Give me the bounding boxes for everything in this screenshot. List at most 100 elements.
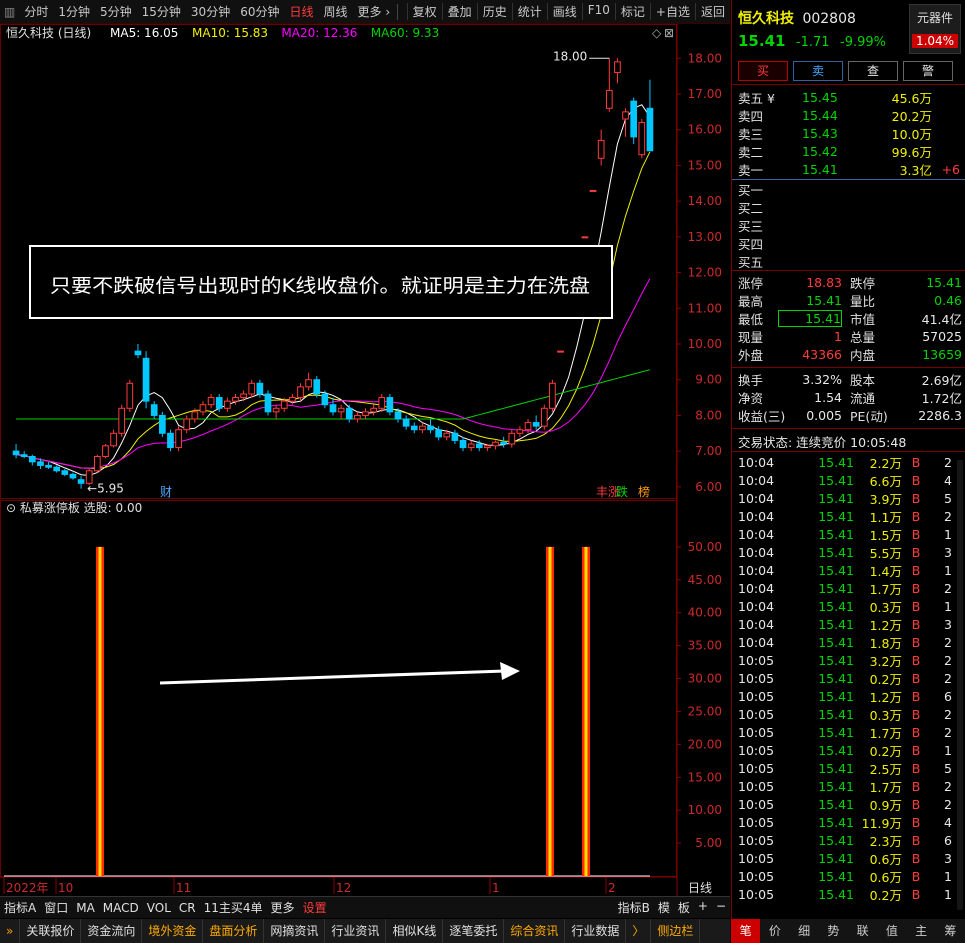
chart-type-icon[interactable]: ▥: [0, 5, 19, 19]
limit-down-marker[interactable]: 跌: [616, 484, 628, 499]
candle[interactable]: [69, 472, 77, 480]
indicator-tab[interactable]: 更多: [267, 899, 299, 916]
footer-tab[interactable]: 行业数据: [565, 919, 627, 943]
ask-row[interactable]: 卖二 15.42 99.6万: [738, 142, 962, 160]
ask-row[interactable]: 卖一 15.41 3.3亿 +6: [738, 160, 962, 178]
candle[interactable]: [248, 379, 256, 398]
candle[interactable]: [305, 372, 312, 391]
period-tab[interactable]: 周线: [319, 3, 353, 20]
candle[interactable]: [183, 415, 191, 434]
period-tab[interactable]: 60分钟: [235, 3, 284, 20]
ask-row[interactable]: 卖三 15.43 10.0万: [738, 124, 962, 142]
candle[interactable]: [224, 397, 231, 412]
indicator-tool[interactable]: +: [694, 899, 712, 916]
candle[interactable]: [540, 404, 548, 430]
query-button[interactable]: 查: [848, 61, 898, 81]
candle[interactable]: [646, 79, 654, 152]
footer-tab[interactable]: 网摘资讯: [264, 919, 326, 943]
candle[interactable]: [158, 411, 166, 437]
candle[interactable]: [337, 404, 345, 419]
candle[interactable]: [345, 404, 353, 423]
candle[interactable]: [427, 419, 434, 434]
sector-badge[interactable]: 元器件 1.04%: [909, 4, 961, 54]
candle[interactable]: [134, 344, 142, 359]
side-tab[interactable]: 价: [760, 919, 789, 943]
tool-button[interactable]: 标记: [614, 3, 650, 20]
side-tab[interactable]: 势: [819, 919, 848, 943]
tool-button[interactable]: 叠加: [441, 3, 477, 20]
side-tab[interactable]: 主: [907, 919, 936, 943]
candle[interactable]: [557, 350, 564, 353]
alert-button[interactable]: 警: [903, 61, 953, 81]
period-tab[interactable]: 更多 ›: [353, 3, 396, 20]
tool-button[interactable]: 统计: [511, 3, 547, 20]
footer-tab[interactable]: 侧边栏: [651, 919, 701, 943]
candle[interactable]: [386, 394, 394, 416]
footer-tab[interactable]: 综合资讯: [504, 919, 566, 943]
candle[interactable]: [549, 379, 556, 412]
ticks-scrollbar[interactable]: [957, 460, 963, 910]
indicator-tool[interactable]: 指标B: [614, 899, 654, 916]
period-tab[interactable]: 15分钟: [137, 3, 186, 20]
ask-row[interactable]: 卖四 15.44 20.2万: [738, 106, 962, 124]
candle[interactable]: [605, 58, 613, 112]
candle[interactable]: [329, 397, 337, 416]
candle[interactable]: [362, 408, 369, 419]
footer-tab[interactable]: 境外资金: [142, 919, 204, 943]
candle[interactable]: [630, 97, 638, 144]
candle[interactable]: [402, 415, 410, 430]
indicator-tab[interactable]: CR: [175, 901, 200, 915]
diamond-icon[interactable]: ◇: [652, 26, 662, 40]
candle[interactable]: [61, 469, 69, 477]
candle[interactable]: [622, 108, 629, 137]
indicator-tool[interactable]: 板: [674, 899, 694, 916]
candle[interactable]: [102, 444, 109, 459]
tool-button[interactable]: 画线: [546, 3, 582, 20]
bid-row[interactable]: 买五: [738, 252, 962, 270]
candle[interactable]: [597, 129, 605, 166]
candle[interactable]: [118, 404, 126, 437]
candle[interactable]: [589, 189, 597, 192]
indicator-tab[interactable]: 11主买4单: [200, 899, 267, 916]
candle[interactable]: [614, 58, 621, 84]
indicator-tool[interactable]: 模: [654, 899, 674, 916]
finance-marker[interactable]: 财: [160, 485, 172, 499]
period-tab[interactable]: 分时: [19, 3, 53, 20]
side-tab[interactable]: 联: [848, 919, 877, 943]
tool-button[interactable]: F10: [581, 3, 615, 20]
candle[interactable]: [110, 429, 117, 448]
candle[interactable]: [500, 436, 508, 448]
candle[interactable]: [370, 404, 377, 416]
candle[interactable]: [45, 461, 52, 469]
tool-button[interactable]: +自选: [649, 3, 695, 20]
candle[interactable]: [516, 426, 524, 437]
candle[interactable]: [410, 422, 418, 434]
period-tab[interactable]: 5分钟: [95, 3, 137, 20]
bid-row[interactable]: 买二: [738, 198, 962, 216]
candle[interactable]: [581, 236, 589, 239]
period-tab[interactable]: 30分钟: [186, 3, 235, 20]
candle[interactable]: [77, 476, 85, 489]
candle[interactable]: [142, 351, 150, 409]
candle[interactable]: [508, 429, 516, 448]
candle[interactable]: [150, 401, 158, 419]
candle[interactable]: [638, 119, 646, 159]
indicator-tab[interactable]: 窗口: [40, 899, 72, 916]
tool-button[interactable]: 历史: [476, 3, 512, 20]
candle[interactable]: [93, 454, 101, 473]
candle[interactable]: [354, 411, 361, 423]
side-tab[interactable]: 筹: [936, 919, 965, 943]
candle[interactable]: [167, 429, 174, 452]
candle[interactable]: [435, 426, 442, 441]
indicator-tab[interactable]: 设置: [299, 899, 331, 916]
period-tab[interactable]: 1分钟: [53, 3, 95, 20]
indicator-tab[interactable]: MACD: [99, 901, 143, 915]
candle[interactable]: [207, 394, 215, 409]
footer-arrow-icon[interactable]: »: [0, 919, 21, 943]
close-icon[interactable]: ⊠: [664, 26, 674, 40]
kline-chart[interactable]: 18.0017.0016.0015.0014.0013.0012.0011.00…: [0, 24, 730, 896]
candle[interactable]: [175, 426, 182, 452]
chart-area[interactable]: 18.00 17.00 16.00 15.00 14.00 13.00 12.00 11.00…: [0, 24, 730, 896]
tool-button[interactable]: 复权: [406, 3, 442, 20]
footer-tab[interactable]: 相似K线: [386, 919, 444, 943]
